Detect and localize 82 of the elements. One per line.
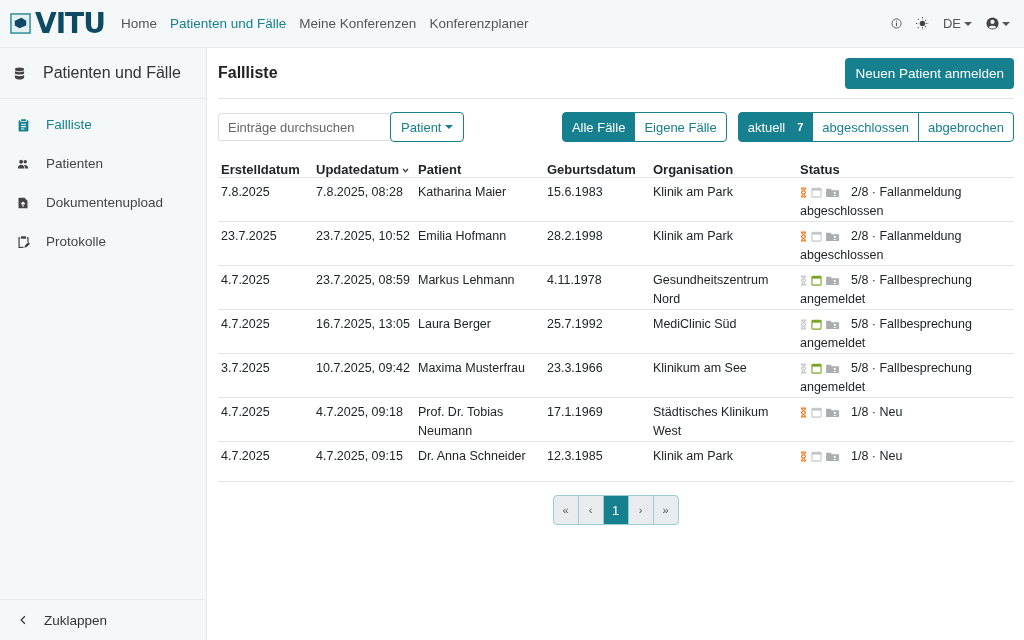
nav-link[interactable]: Home [120, 16, 157, 31]
table-cell: 16.7.2025, 13:05 [313, 309, 415, 354]
table-cell: 7.8.2025, 08:28 [313, 177, 415, 222]
table-cell: 4.7.2025, 09:18 [313, 397, 415, 442]
table-cell: Gesundheitszentrum Nord [650, 265, 797, 310]
table-cell: 28.2.1998 [544, 221, 650, 266]
collapse-link[interactable]: Zuklappen [44, 612, 108, 628]
table-cell: Prof. Dr. Tobias Neumann [415, 397, 544, 442]
table-cell: 23.7.2025 [218, 221, 313, 266]
status-text: 5/8 · Fallbesprechung angemeldet [800, 316, 973, 352]
count-label: 7 [797, 121, 804, 133]
table-cell: 25.7.1992 [544, 309, 650, 354]
table-cell: Maxima Musterfrau [415, 353, 544, 398]
people-icon [16, 157, 30, 170]
table-cell: Klinik am Park [650, 221, 797, 266]
sidebar-item[interactable]: Patienten [46, 156, 104, 171]
table-cell: MediClinic Süd [650, 309, 797, 354]
table-cell: 17.1.1969 [544, 397, 650, 442]
column-header[interactable]: Updatedatum [313, 155, 415, 178]
status-text: 2/8 · Fallanmeldung abgeschlossen [800, 184, 963, 220]
table-cell: 7.8.2025 [218, 177, 313, 222]
clipboard-icon [16, 117, 30, 132]
table-cell: 12.3.1985 [544, 441, 650, 482]
file-upload-icon [17, 195, 29, 210]
table-cell: 23.7.2025, 10:52 [313, 221, 415, 266]
table-cell: Klinik am Park [650, 441, 797, 482]
table-cell: Städtisches Klinikum West [650, 397, 797, 442]
nav-link[interactable]: Meine Konferenzen [299, 16, 417, 31]
database-icon [14, 66, 25, 80]
nav-link[interactable]: Patienten und Fälle [169, 16, 287, 31]
table-cell: Dr. Anna Schneider [415, 441, 544, 482]
sidebar-item[interactable]: Fallliste [46, 117, 92, 132]
scope-filter-tab[interactable]: Alle Fälle [561, 112, 636, 142]
sidebar-item[interactable]: Dokumentenupload [46, 195, 164, 210]
column-header: Organisation [650, 155, 797, 178]
table-cell: 10.7.2025, 09:42 [313, 353, 415, 398]
status-text: 1/8 · Neu [800, 447, 980, 466]
table-cell: Laura Berger [415, 309, 544, 354]
language-dropdown[interactable]: DE [942, 16, 972, 31]
status-text: 5/8 · Fallbesprechung angemeldet [800, 272, 973, 308]
logo-text: VITU [35, 9, 105, 38]
search-scope-dropdown[interactable]: Patient [390, 112, 465, 142]
table-cell: 4.7.2025 [218, 309, 313, 354]
nav-link[interactable]: Konferenzplaner [429, 16, 529, 31]
table-cell: 23.3.1966 [544, 353, 650, 398]
sidebar-title: Patienten und Fälle [43, 64, 181, 82]
scope-filter-tab[interactable]: Eigene Fälle [634, 112, 727, 142]
page-button[interactable]: 1 [602, 495, 629, 525]
status-text: 5/8 · Fallbesprechung angemeldet [800, 360, 973, 396]
clipboard-pen-icon [16, 234, 30, 249]
sun-icon[interactable] [915, 17, 929, 30]
table-cell: 4.7.2025, 09:15 [313, 441, 415, 482]
table-cell: Katharina Maier [415, 177, 544, 222]
table-cell: Klinik am Park [650, 177, 797, 222]
column-header: Geburtsdatum [544, 155, 650, 178]
table-cell: 4.7.2025 [218, 265, 313, 310]
column-header: Erstelldatum [218, 155, 313, 178]
sort-descending-icon[interactable] [402, 168, 410, 174]
chevron-left-icon[interactable] [20, 615, 26, 625]
status-filter-tab[interactable]: abgeschlossen [812, 112, 920, 142]
sidebar-item[interactable]: Protokolle [46, 234, 107, 249]
column-header: Patient [415, 155, 544, 178]
logo-icon [10, 13, 31, 34]
status-filter-tab[interactable]: abgebrochen [918, 112, 1014, 142]
new-patient-button[interactable]: Neuen Patient anmelden [845, 57, 1014, 89]
table-cell: 4.7.2025 [218, 397, 313, 442]
table-cell: Emilia Hofmann [415, 221, 544, 266]
user-menu[interactable] [986, 17, 1010, 30]
table-cell: Klinikum am See [650, 353, 797, 398]
table-cell: 4.7.2025 [218, 441, 313, 482]
table-cell: Markus Lehmann [415, 265, 544, 310]
table-cell: 23.7.2025, 08:59 [313, 265, 415, 310]
table-cell: 3.7.2025 [218, 353, 313, 398]
status-filter-tab[interactable]: aktuell 7 [737, 112, 814, 142]
status-text: 2/8 · Fallanmeldung abgeschlossen [800, 228, 963, 264]
column-header: Status [797, 155, 1014, 178]
table-cell: 4.11.1978 [544, 265, 650, 310]
table-cell: 15.6.1983 [544, 177, 650, 222]
search-field[interactable]: Einträge durchsuchen [218, 113, 390, 141]
page-title: Fallliste [218, 64, 278, 82]
status-text: 1/8 · Neu [800, 403, 980, 422]
info-icon[interactable] [890, 18, 902, 29]
